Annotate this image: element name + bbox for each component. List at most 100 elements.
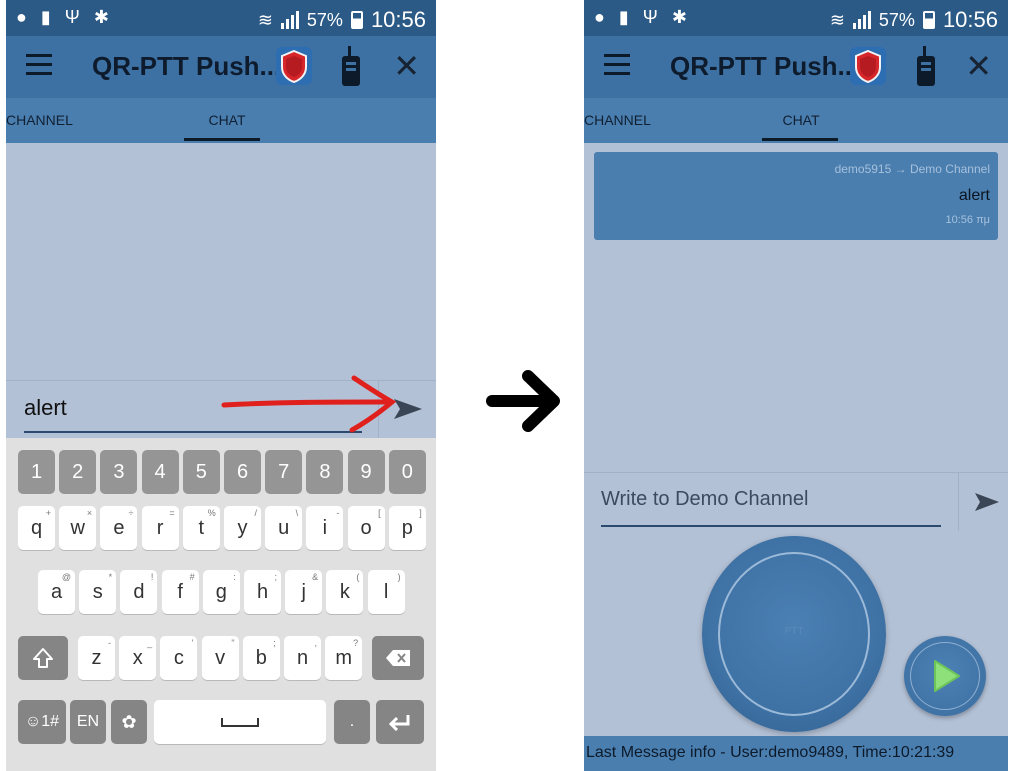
key-g[interactable]: g: bbox=[202, 570, 240, 614]
key-label: 5 bbox=[195, 460, 207, 483]
play-button[interactable] bbox=[904, 636, 986, 716]
key-0[interactable]: 0 bbox=[388, 450, 426, 494]
menu-icon[interactable] bbox=[604, 54, 630, 76]
notification-icon: ● bbox=[594, 7, 605, 27]
key-hint: @ bbox=[61, 572, 71, 582]
key-8[interactable]: 8 bbox=[306, 450, 344, 494]
shield-logo-icon[interactable] bbox=[276, 47, 312, 85]
notification-icon: ● bbox=[16, 7, 27, 27]
key-m[interactable]: m? bbox=[325, 636, 363, 680]
period-key[interactable]: . bbox=[334, 700, 370, 744]
key-v[interactable]: v " bbox=[201, 636, 239, 680]
ptt-button[interactable]: PTT bbox=[702, 536, 886, 732]
send-icon[interactable] bbox=[972, 488, 1002, 516]
android-debug-icon: ✱ bbox=[671, 7, 687, 27]
message-input[interactable]: alert bbox=[24, 395, 67, 421]
close-icon[interactable]: ✕ bbox=[965, 50, 992, 82]
shift-key[interactable] bbox=[18, 636, 68, 680]
shield-logo-icon[interactable] bbox=[850, 47, 886, 85]
tab-chat-indicator bbox=[184, 138, 260, 141]
key-5[interactable]: 5 bbox=[182, 450, 220, 494]
key-1[interactable]: 1 bbox=[18, 450, 55, 494]
key-label: x bbox=[132, 646, 143, 669]
key-l[interactable]: l) bbox=[367, 570, 405, 614]
key-o[interactable]: o[ bbox=[347, 506, 385, 550]
key-q[interactable]: q + bbox=[18, 506, 55, 550]
key-hint: " bbox=[231, 638, 235, 648]
enter-icon bbox=[388, 715, 410, 731]
key-j[interactable]: j & bbox=[285, 570, 323, 614]
tab-chat[interactable]: CHAT bbox=[189, 112, 265, 128]
right-phone-screen: ● ▮ Ψ ✱ ≋ 57% 10:56 QR-PTT Push... ✕ CHA… bbox=[584, 0, 1008, 771]
key-hint: × bbox=[86, 508, 93, 518]
space-key[interactable] bbox=[154, 700, 326, 744]
wifi-icon: ≋ bbox=[257, 10, 273, 30]
key-s[interactable]: s * bbox=[79, 570, 117, 614]
key-label: w bbox=[70, 516, 85, 539]
key-n[interactable]: n, bbox=[284, 636, 321, 680]
backspace-key[interactable] bbox=[372, 636, 424, 680]
key-label: r bbox=[156, 516, 164, 539]
key-hint: [ bbox=[378, 508, 381, 518]
tab-channel[interactable]: CHANNEL bbox=[6, 112, 73, 128]
key-d[interactable]: d! bbox=[120, 570, 158, 614]
key-label: 3 bbox=[113, 460, 125, 483]
key-c[interactable]: c ' bbox=[160, 636, 198, 680]
compose-input[interactable]: Write to Demo Channel bbox=[601, 488, 809, 511]
key-label: o bbox=[360, 516, 372, 539]
left-phone-screen: ● ▮ Ψ ✱ ≋ 57% 10:56 QR-PTT Push... ✕ CHA… bbox=[6, 0, 436, 771]
key-2[interactable]: 2 bbox=[59, 450, 97, 494]
key-h[interactable]: h; bbox=[244, 570, 281, 614]
signal-icon bbox=[280, 11, 299, 29]
key-i[interactable]: i- bbox=[306, 506, 344, 550]
symbols-key[interactable]: ☺1# bbox=[18, 700, 66, 744]
key-9[interactable]: 9 bbox=[347, 450, 385, 494]
key-f[interactable]: f # bbox=[161, 570, 199, 614]
close-icon[interactable]: ✕ bbox=[393, 50, 420, 82]
key-e[interactable]: e ÷ bbox=[100, 506, 138, 550]
radio-icon[interactable] bbox=[339, 46, 363, 88]
key-x[interactable]: x _ bbox=[119, 636, 157, 680]
key-hint: - bbox=[108, 638, 111, 648]
key-label: m bbox=[335, 646, 353, 669]
key-label: z bbox=[91, 646, 102, 669]
key-k[interactable]: k( bbox=[326, 570, 364, 614]
key-hint: ? bbox=[353, 638, 359, 648]
key-3[interactable]: 3 bbox=[100, 450, 138, 494]
chat-message[interactable]: demo5915 → Demo Channel alert 10:56 πμ bbox=[594, 152, 998, 240]
key-6[interactable]: 6 bbox=[224, 450, 261, 494]
key-y[interactable]: y / bbox=[224, 506, 261, 550]
key-r[interactable]: r = bbox=[141, 506, 179, 550]
key-z[interactable]: z- bbox=[78, 636, 115, 680]
key-p[interactable]: p] bbox=[388, 506, 426, 550]
key-u[interactable]: u \ bbox=[265, 506, 303, 550]
key-a[interactable]: a @ bbox=[38, 570, 75, 614]
key-w[interactable]: w × bbox=[59, 506, 97, 550]
menu-icon[interactable] bbox=[26, 54, 52, 76]
key-t[interactable]: t% bbox=[182, 506, 220, 550]
radio-icon[interactable] bbox=[914, 46, 938, 88]
tab-bar: CHANNEL CHAT bbox=[6, 98, 436, 143]
key-hint: = bbox=[169, 508, 175, 518]
settings-key[interactable]: ✿ bbox=[111, 700, 147, 744]
language-key[interactable]: EN bbox=[70, 700, 106, 744]
key-7[interactable]: 7 bbox=[265, 450, 303, 494]
play-icon bbox=[934, 660, 960, 692]
android-debug-icon: ✱ bbox=[93, 7, 109, 27]
app-title: QR-PTT Push... bbox=[92, 51, 282, 81]
key-label: p bbox=[401, 516, 413, 539]
key-b[interactable]: b; bbox=[242, 636, 280, 680]
status-bar: ● ▮ Ψ ✱ ≋ 57% 10:56 bbox=[6, 0, 436, 36]
message-time: 10:56 πμ bbox=[945, 214, 990, 226]
key-label: 1 bbox=[30, 460, 43, 483]
key-label: h bbox=[256, 580, 269, 603]
tab-chat[interactable]: CHAT bbox=[763, 112, 839, 128]
key-hint: - bbox=[336, 508, 340, 518]
key-hint: \ bbox=[295, 508, 299, 518]
ptt-label: PTT bbox=[784, 626, 804, 637]
key-hint: _ bbox=[147, 638, 153, 648]
key-hint: ' bbox=[191, 638, 194, 648]
enter-key[interactable] bbox=[376, 700, 424, 744]
tab-channel[interactable]: CHANNEL bbox=[584, 112, 651, 128]
key-4[interactable]: 4 bbox=[141, 450, 179, 494]
